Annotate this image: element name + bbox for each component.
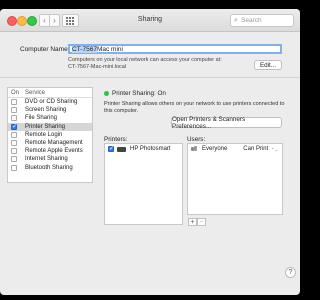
printer-icon <box>117 146 126 152</box>
service-checkbox[interactable] <box>11 164 17 171</box>
printer-row[interactable]: ✓ HP Photosmart <box>105 144 182 154</box>
service-checkbox[interactable]: ✓ <box>11 123 17 130</box>
service-label: Screen Sharing <box>25 107 67 114</box>
computer-name-info: Computers on your local network can acce… <box>68 57 222 63</box>
user-permission[interactable]: Can Print <box>243 146 268 152</box>
service-checkbox[interactable] <box>11 99 17 106</box>
service-label: File Sharing <box>25 115 58 122</box>
computer-address: CT-7567-Mac-mini.local <box>68 64 127 70</box>
remove-user-button[interactable]: − <box>197 218 206 226</box>
printers-list: ✓ HP Photosmart <box>104 143 183 225</box>
computer-name-rest-text: Mac mini <box>96 45 123 53</box>
header-on: On <box>11 89 20 96</box>
permission-chevron-icon[interactable]: ⌃⌄ <box>271 147 278 152</box>
users-label: Users: <box>187 136 206 143</box>
help-button[interactable]: ? <box>285 267 296 278</box>
service-description: Printer Sharing allows others on your ne… <box>104 101 285 107</box>
search-placeholder: Search <box>241 17 262 24</box>
service-list: On Service DVD or CD Sharing Screen Shari… <box>7 87 93 183</box>
search-field[interactable]: ⌕ Search <box>230 14 294 27</box>
service-row[interactable]: Remote Management <box>8 139 92 147</box>
service-label: Remote Login <box>25 131 63 138</box>
printer-checkbox[interactable]: ✓ <box>108 146 114 152</box>
computer-name-label: Computer Name: <box>20 46 70 53</box>
printer-name: HP Photosmart <box>130 146 171 152</box>
service-row[interactable]: Screen Sharing <box>8 106 92 114</box>
service-row[interactable]: File Sharing <box>8 114 92 122</box>
open-printers-preferences-button[interactable]: Open Printers & Scanners Preferences... <box>171 116 282 130</box>
service-checkbox[interactable] <box>11 140 17 147</box>
service-label: Remote Apple Events <box>25 148 83 155</box>
printers-label: Printers: <box>104 136 128 143</box>
title-bar: ‹ › Sharing ⌕ Search <box>0 9 300 32</box>
service-description-2: this computer. <box>104 108 139 114</box>
service-checkbox[interactable] <box>11 156 17 163</box>
service-label: Internet Sharing <box>25 156 68 163</box>
service-list-header: On Service <box>8 88 92 98</box>
service-row[interactable]: Bluetooth Sharing <box>8 164 92 172</box>
sharing-window: ‹ › Sharing ⌕ Search Computer Name: CT-7… <box>0 9 300 295</box>
service-checkbox[interactable] <box>11 131 17 138</box>
computer-name-selected-text: CT-7567 <box>72 45 97 53</box>
service-checkbox[interactable] <box>11 115 17 122</box>
service-row[interactable]: Internet Sharing <box>8 155 92 163</box>
edit-button[interactable]: Edit... <box>254 60 282 70</box>
service-row[interactable]: Remote Login <box>8 131 92 139</box>
service-checkbox[interactable] <box>11 148 17 155</box>
service-label: Remote Management <box>25 140 83 147</box>
service-label: DVD or CD Sharing <box>25 99 78 106</box>
printer-sharing-status: Printer Sharing: On <box>112 90 166 97</box>
group-icon <box>191 146 198 152</box>
service-label: Printer Sharing <box>25 123 66 130</box>
user-name: Everyone <box>202 146 228 152</box>
header-service: Service <box>25 89 46 96</box>
service-row[interactable]: DVD or CD Sharing <box>8 98 92 106</box>
service-row[interactable]: ✓ Printer Sharing <box>8 122 92 131</box>
search-icon: ⌕ <box>234 16 238 24</box>
users-list: Everyone Can Print ⌃⌄ <box>187 143 283 215</box>
computer-name-input[interactable]: CT-7567 Mac mini <box>68 44 282 54</box>
section-divider <box>0 77 300 78</box>
user-row[interactable]: Everyone Can Print ⌃⌄ <box>188 144 282 154</box>
service-label: Bluetooth Sharing <box>25 164 73 171</box>
add-user-button[interactable]: + <box>188 218 197 226</box>
status-indicator <box>104 91 109 96</box>
service-checkbox[interactable] <box>11 107 17 114</box>
service-row[interactable]: Remote Apple Events <box>8 147 92 155</box>
